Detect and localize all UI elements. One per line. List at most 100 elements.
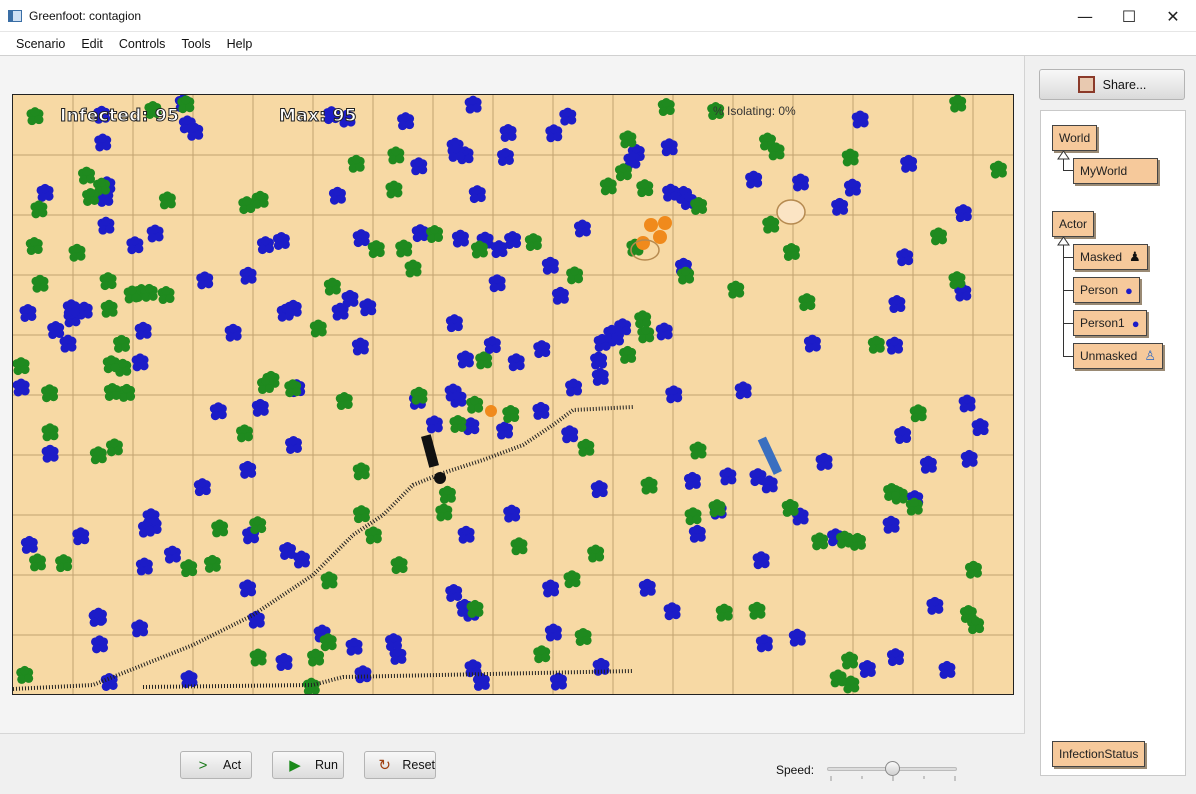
healthy-person-blob xyxy=(689,441,707,460)
infected-person-blob xyxy=(533,340,551,359)
healthy-person-blob xyxy=(55,554,73,573)
infected-person-blob xyxy=(284,435,302,454)
class-diagram-panel: World MyWorld Actor Masked ♟ Person ● Pe… xyxy=(1040,110,1186,776)
infected-person-blob xyxy=(882,515,900,534)
infected-person-blob xyxy=(851,110,869,129)
healthy-person-blob xyxy=(466,395,484,414)
infected-person-blob xyxy=(954,204,972,223)
infected-person-blob xyxy=(591,367,609,386)
infected-person-blob xyxy=(328,186,346,205)
class-actor[interactable]: Actor xyxy=(1052,211,1095,237)
class-world[interactable]: World xyxy=(1052,125,1098,151)
healthy-person-blob xyxy=(390,556,408,575)
menu-scenario[interactable]: Scenario xyxy=(8,37,73,51)
healthy-person-blob xyxy=(180,559,198,578)
healthy-person-blob xyxy=(949,95,967,113)
speed-slider-ticks xyxy=(830,776,956,781)
world-scene xyxy=(13,95,1013,694)
world-canvas[interactable]: Infected: 95 Max: 95 % Isolating: 0% xyxy=(12,94,1014,695)
class-person[interactable]: Person ● xyxy=(1073,277,1140,303)
blue-blob-icon: ● xyxy=(1131,315,1140,331)
healthy-person-blob xyxy=(31,274,49,293)
minimize-button-real[interactable]: — xyxy=(1062,0,1108,32)
healthy-person-blob xyxy=(619,345,637,364)
infected-person-blob xyxy=(749,468,767,487)
infected-person-blob xyxy=(411,224,429,243)
infected-person-blob xyxy=(134,321,152,340)
infected-person-blob xyxy=(131,619,149,638)
control-bar: > Act ▶ Run ↻ Reset Speed: xyxy=(0,733,1025,794)
healthy-person-blob xyxy=(404,259,422,278)
healthy-person-blob xyxy=(28,553,46,572)
run-button[interactable]: ▶ Run xyxy=(272,751,344,779)
class-myworld[interactable]: MyWorld xyxy=(1073,158,1158,184)
menu-tools[interactable]: Tools xyxy=(173,37,218,51)
menu-controls[interactable]: Controls xyxy=(111,37,174,51)
healthy-person-blob xyxy=(13,357,30,376)
healthy-person-blob xyxy=(352,505,370,524)
infected-person-blob xyxy=(663,602,681,621)
healthy-person-blob xyxy=(637,325,655,344)
infected-person-blob xyxy=(425,415,443,434)
healthy-person-blob xyxy=(748,601,766,620)
run-label: Run xyxy=(315,758,338,772)
class-person1[interactable]: Person1 ● xyxy=(1073,310,1147,336)
menu-edit[interactable]: Edit xyxy=(73,37,111,51)
infected-person-blob xyxy=(256,236,274,255)
infected-person-blob xyxy=(341,289,359,308)
infected-person-blob xyxy=(72,527,90,546)
menu-help[interactable]: Help xyxy=(219,37,261,51)
healthy-person-blob xyxy=(533,645,551,664)
infected-person-blob xyxy=(251,398,269,417)
healthy-person-blob xyxy=(100,299,118,318)
inherit-arrow-icon xyxy=(1057,237,1070,246)
healthy-person-blob xyxy=(118,383,136,402)
maximize-button[interactable]: ☐ xyxy=(1106,0,1152,32)
infected-person-blob xyxy=(614,318,632,337)
infected-person-blob xyxy=(858,659,876,678)
infected-person-blob xyxy=(559,107,577,126)
healthy-person-blob xyxy=(684,507,702,526)
healthy-person-blob xyxy=(438,485,456,504)
healthy-person-blob xyxy=(466,599,484,618)
class-infectionstatus[interactable]: InfectionStatus xyxy=(1052,741,1146,767)
infected-person-blob xyxy=(345,637,363,656)
class-masked-label: Masked xyxy=(1080,250,1123,264)
infected-person-blob xyxy=(745,170,763,189)
healthy-person-blob xyxy=(930,227,948,246)
act-button[interactable]: > Act xyxy=(180,751,252,779)
healthy-person-blob xyxy=(347,154,365,173)
healthy-person-blob xyxy=(89,446,107,465)
healthy-person-blob xyxy=(781,498,799,517)
close-button[interactable]: ✕ xyxy=(1150,0,1196,32)
class-unmasked[interactable]: Unmasked ♙ xyxy=(1073,343,1164,369)
speed-slider-thumb[interactable] xyxy=(885,761,900,776)
infected-counter: Infected: 95 xyxy=(59,106,180,127)
infected-person-blob xyxy=(224,323,242,342)
infected-person-blob xyxy=(734,381,752,400)
class-masked[interactable]: Masked ♟ xyxy=(1073,244,1148,270)
healthy-person-blob xyxy=(883,482,901,501)
healthy-person-blob xyxy=(577,438,595,457)
healthy-person-blob xyxy=(634,310,652,329)
infected-person-blob xyxy=(142,508,160,527)
reset-button[interactable]: ↻ Reset xyxy=(364,751,436,779)
healthy-person-blob xyxy=(811,532,829,551)
tree-line xyxy=(1063,323,1073,324)
infected-person-blob xyxy=(384,633,402,652)
infected-person-blob xyxy=(532,401,550,420)
infected-person-blob xyxy=(284,299,302,318)
infected-person-blob xyxy=(193,478,211,497)
share-button[interactable]: Share... xyxy=(1039,69,1185,100)
healthy-person-blob xyxy=(30,200,48,219)
infected-person-blob xyxy=(545,124,563,143)
healthy-person-blob xyxy=(157,286,175,305)
infected-person-blob xyxy=(451,229,469,248)
share-label: Share... xyxy=(1102,77,1147,92)
infected-person-blob xyxy=(683,471,701,490)
infected-person-blob xyxy=(163,545,181,564)
infected-person-blob xyxy=(496,421,514,440)
infected-person-blob xyxy=(971,418,989,437)
infected-person-blob xyxy=(354,665,372,684)
healthy-person-blob xyxy=(762,215,780,234)
